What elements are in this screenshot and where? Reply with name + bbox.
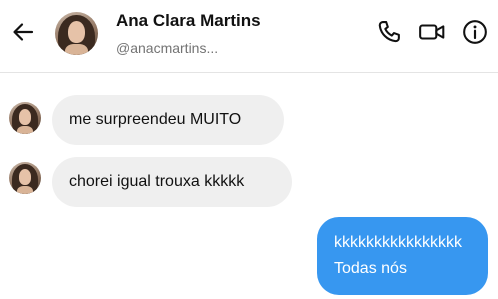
audio-call-button[interactable]	[374, 19, 404, 49]
back-button[interactable]	[8, 19, 38, 49]
sender-avatar[interactable]	[9, 102, 41, 134]
chat-header: Ana Clara Martins @anacmartins...	[0, 0, 498, 73]
message-row: chorei igual trouxa kkkkk	[0, 156, 498, 208]
phone-icon	[376, 19, 402, 50]
video-camera-icon	[418, 19, 446, 50]
message-row: me surpreendeu MUITO	[0, 94, 498, 146]
incoming-message-bubble[interactable]: chorei igual trouxa kkkkk	[52, 157, 292, 207]
contact-name[interactable]: Ana Clara Martins	[116, 11, 261, 31]
conversation-info-button[interactable]	[460, 19, 490, 49]
arrow-left-icon	[11, 20, 35, 49]
message-line: kkkkkkkkkkkkkkkk	[334, 234, 462, 251]
message-line: Todas nós	[334, 260, 407, 277]
contact-username[interactable]: @anacmartins...	[116, 40, 218, 56]
outgoing-message-bubble[interactable]: kkkkkkkkkkkkkkkk Todas nós	[317, 217, 488, 295]
info-icon	[462, 19, 488, 50]
sender-avatar[interactable]	[9, 162, 41, 194]
contact-avatar[interactable]	[55, 12, 98, 55]
video-call-button[interactable]	[417, 19, 447, 49]
incoming-message-bubble[interactable]: me surpreendeu MUITO	[52, 95, 284, 145]
